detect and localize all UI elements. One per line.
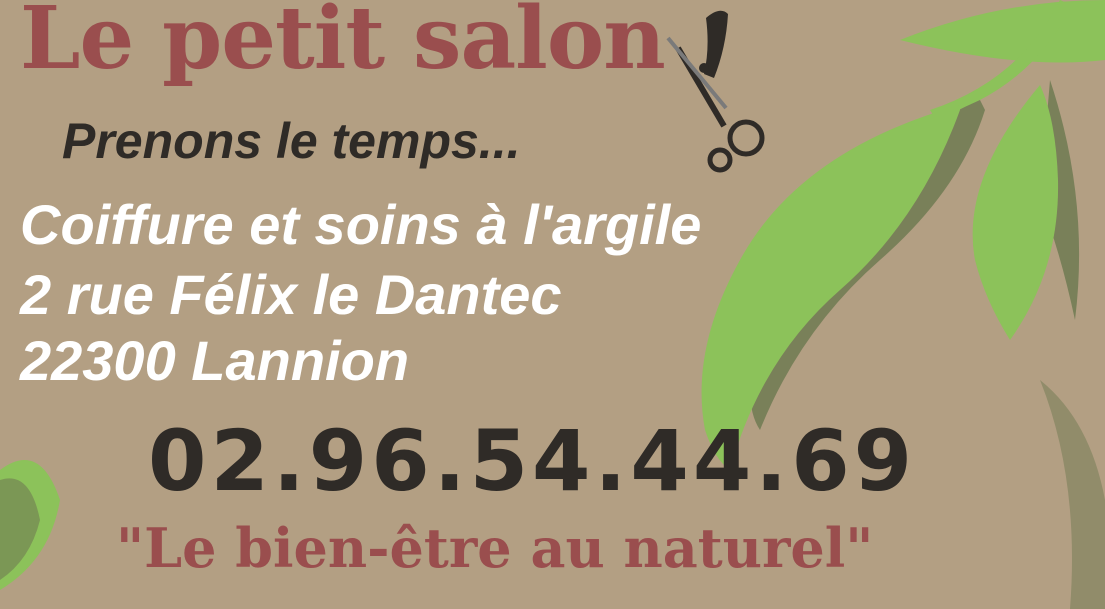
salon-title: Le petit salon bbox=[20, 0, 666, 89]
leaf-bottom-right-shadow bbox=[1040, 380, 1105, 609]
business-card: Le petit salon Prenons le temps... Coiff… bbox=[0, 0, 1105, 609]
address-street: 2 rue Félix le Dantec bbox=[20, 263, 562, 326]
service-description: Coiffure et soins à l'argile bbox=[20, 193, 702, 256]
scissors-comb-icon bbox=[666, 10, 765, 173]
leaf-right bbox=[972, 85, 1059, 340]
tagline: Prenons le temps... bbox=[62, 113, 521, 169]
phone-number: 02.96.54.44.69 bbox=[148, 412, 917, 510]
address-city: 22300 Lannion bbox=[20, 329, 410, 392]
slogan: "Le bien-être au naturel" bbox=[116, 516, 874, 580]
leaf-top-right bbox=[900, 0, 1105, 63]
